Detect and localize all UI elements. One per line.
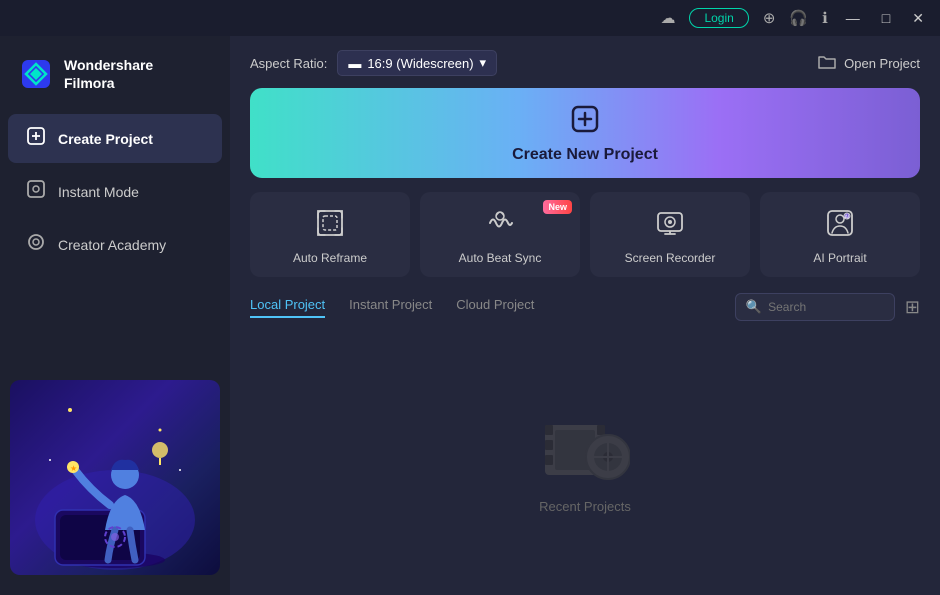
auto-reframe-label: Auto Reframe xyxy=(293,251,367,265)
search-icon: 🔍 xyxy=(746,299,762,315)
aspect-ratio-label: Aspect Ratio: xyxy=(250,56,327,71)
svg-text:AI: AI xyxy=(845,215,850,221)
search-box: 🔍 xyxy=(735,293,895,321)
create-banner-icon xyxy=(569,103,601,140)
screen-recorder-icon xyxy=(655,208,685,243)
sidebar-illustration: ★ xyxy=(0,370,230,585)
search-input[interactable] xyxy=(768,300,878,314)
ai-portrait-label: AI Portrait xyxy=(813,251,866,265)
create-project-icon xyxy=(26,126,46,151)
close-button[interactable]: ✕ xyxy=(908,10,928,27)
nav-create-project[interactable]: Create Project xyxy=(8,114,222,163)
app-logo-icon xyxy=(18,56,54,92)
titlebar: ☁ Login ⊕ 🎧 ℹ — □ ✕ xyxy=(0,0,940,36)
top-bar: Aspect Ratio: ▬ 16:9 (Widescreen) ▾ Open… xyxy=(230,36,940,88)
app-body: WondershareFilmora Create Project Instan… xyxy=(0,36,940,595)
titlebar-icons: ☁ Login ⊕ 🎧 ℹ — □ ✕ xyxy=(660,8,928,28)
screen-recorder-label: Screen Recorder xyxy=(625,251,716,265)
create-new-project-banner[interactable]: Create New Project xyxy=(250,88,920,178)
open-project-button[interactable]: Open Project xyxy=(818,54,920,73)
login-button[interactable]: Login xyxy=(689,8,748,28)
info-icon[interactable]: ℹ xyxy=(822,9,828,27)
aspect-ratio-value: 16:9 (Widescreen) xyxy=(367,56,473,71)
illustration-svg: ★ xyxy=(10,380,220,575)
sidebar: WondershareFilmora Create Project Instan… xyxy=(0,36,230,595)
tab-instant-project[interactable]: Instant Project xyxy=(349,297,432,318)
main-content: Aspect Ratio: ▬ 16:9 (Widescreen) ▾ Open… xyxy=(230,36,940,595)
creator-academy-icon xyxy=(26,232,46,257)
new-badge: New xyxy=(543,200,572,214)
aspect-ratio-select[interactable]: ▬ 16:9 (Widescreen) ▾ xyxy=(337,50,497,76)
feature-card-screen-recorder[interactable]: Screen Recorder xyxy=(590,192,750,277)
film-reel-icon xyxy=(540,415,630,485)
instant-mode-icon xyxy=(26,179,46,204)
ai-portrait-icon: AI xyxy=(825,208,855,243)
minimize-button[interactable]: — xyxy=(842,10,864,26)
cloud-icon[interactable]: ☁ xyxy=(660,9,675,27)
nav-creator-academy[interactable]: Creator Academy xyxy=(8,220,222,269)
tab-cloud-project[interactable]: Cloud Project xyxy=(456,297,534,318)
project-tabs: Local Project Instant Project Cloud Proj… xyxy=(250,297,534,318)
folder-icon xyxy=(818,54,836,73)
grid-view-icon[interactable]: ⊞ xyxy=(905,297,920,318)
project-tabs-bar: Local Project Instant Project Cloud Proj… xyxy=(250,293,920,321)
recent-projects-label: Recent Projects xyxy=(539,499,631,514)
feature-card-auto-beat-sync[interactable]: New Auto Beat Sync xyxy=(420,192,580,277)
headphone-icon[interactable]: 🎧 xyxy=(789,9,808,27)
auto-beat-sync-icon xyxy=(485,208,515,243)
open-project-label: Open Project xyxy=(844,56,920,71)
auto-beat-sync-label: Auto Beat Sync xyxy=(459,251,542,265)
logo-area: WondershareFilmora xyxy=(0,46,230,112)
svg-text:★: ★ xyxy=(70,464,77,473)
create-banner-text: Create New Project xyxy=(512,146,658,164)
tab-local-project[interactable]: Local Project xyxy=(250,297,325,318)
upload-icon[interactable]: ⊕ xyxy=(763,9,776,27)
app-name: WondershareFilmora xyxy=(64,56,153,92)
maximize-button[interactable]: □ xyxy=(878,10,894,26)
project-section: Local Project Instant Project Cloud Proj… xyxy=(230,293,940,595)
nav-instant-mode-label: Instant Mode xyxy=(58,184,139,200)
feature-cards: Auto Reframe New Auto Beat Sync xyxy=(250,192,920,277)
aspect-monitor-icon: ▬ xyxy=(348,56,361,71)
feature-card-ai-portrait[interactable]: AI AI Portrait xyxy=(760,192,920,277)
illustration-box: ★ xyxy=(10,380,220,575)
nav-create-project-label: Create Project xyxy=(58,131,153,147)
aspect-dropdown-icon: ▾ xyxy=(480,55,487,71)
feature-card-auto-reframe[interactable]: Auto Reframe xyxy=(250,192,410,277)
auto-reframe-icon xyxy=(315,208,345,243)
empty-state: Recent Projects xyxy=(250,333,920,595)
nav-creator-academy-label: Creator Academy xyxy=(58,237,166,253)
nav-instant-mode[interactable]: Instant Mode xyxy=(8,167,222,216)
search-area: 🔍 ⊞ xyxy=(735,293,920,321)
aspect-ratio-area: Aspect Ratio: ▬ 16:9 (Widescreen) ▾ xyxy=(250,50,497,76)
